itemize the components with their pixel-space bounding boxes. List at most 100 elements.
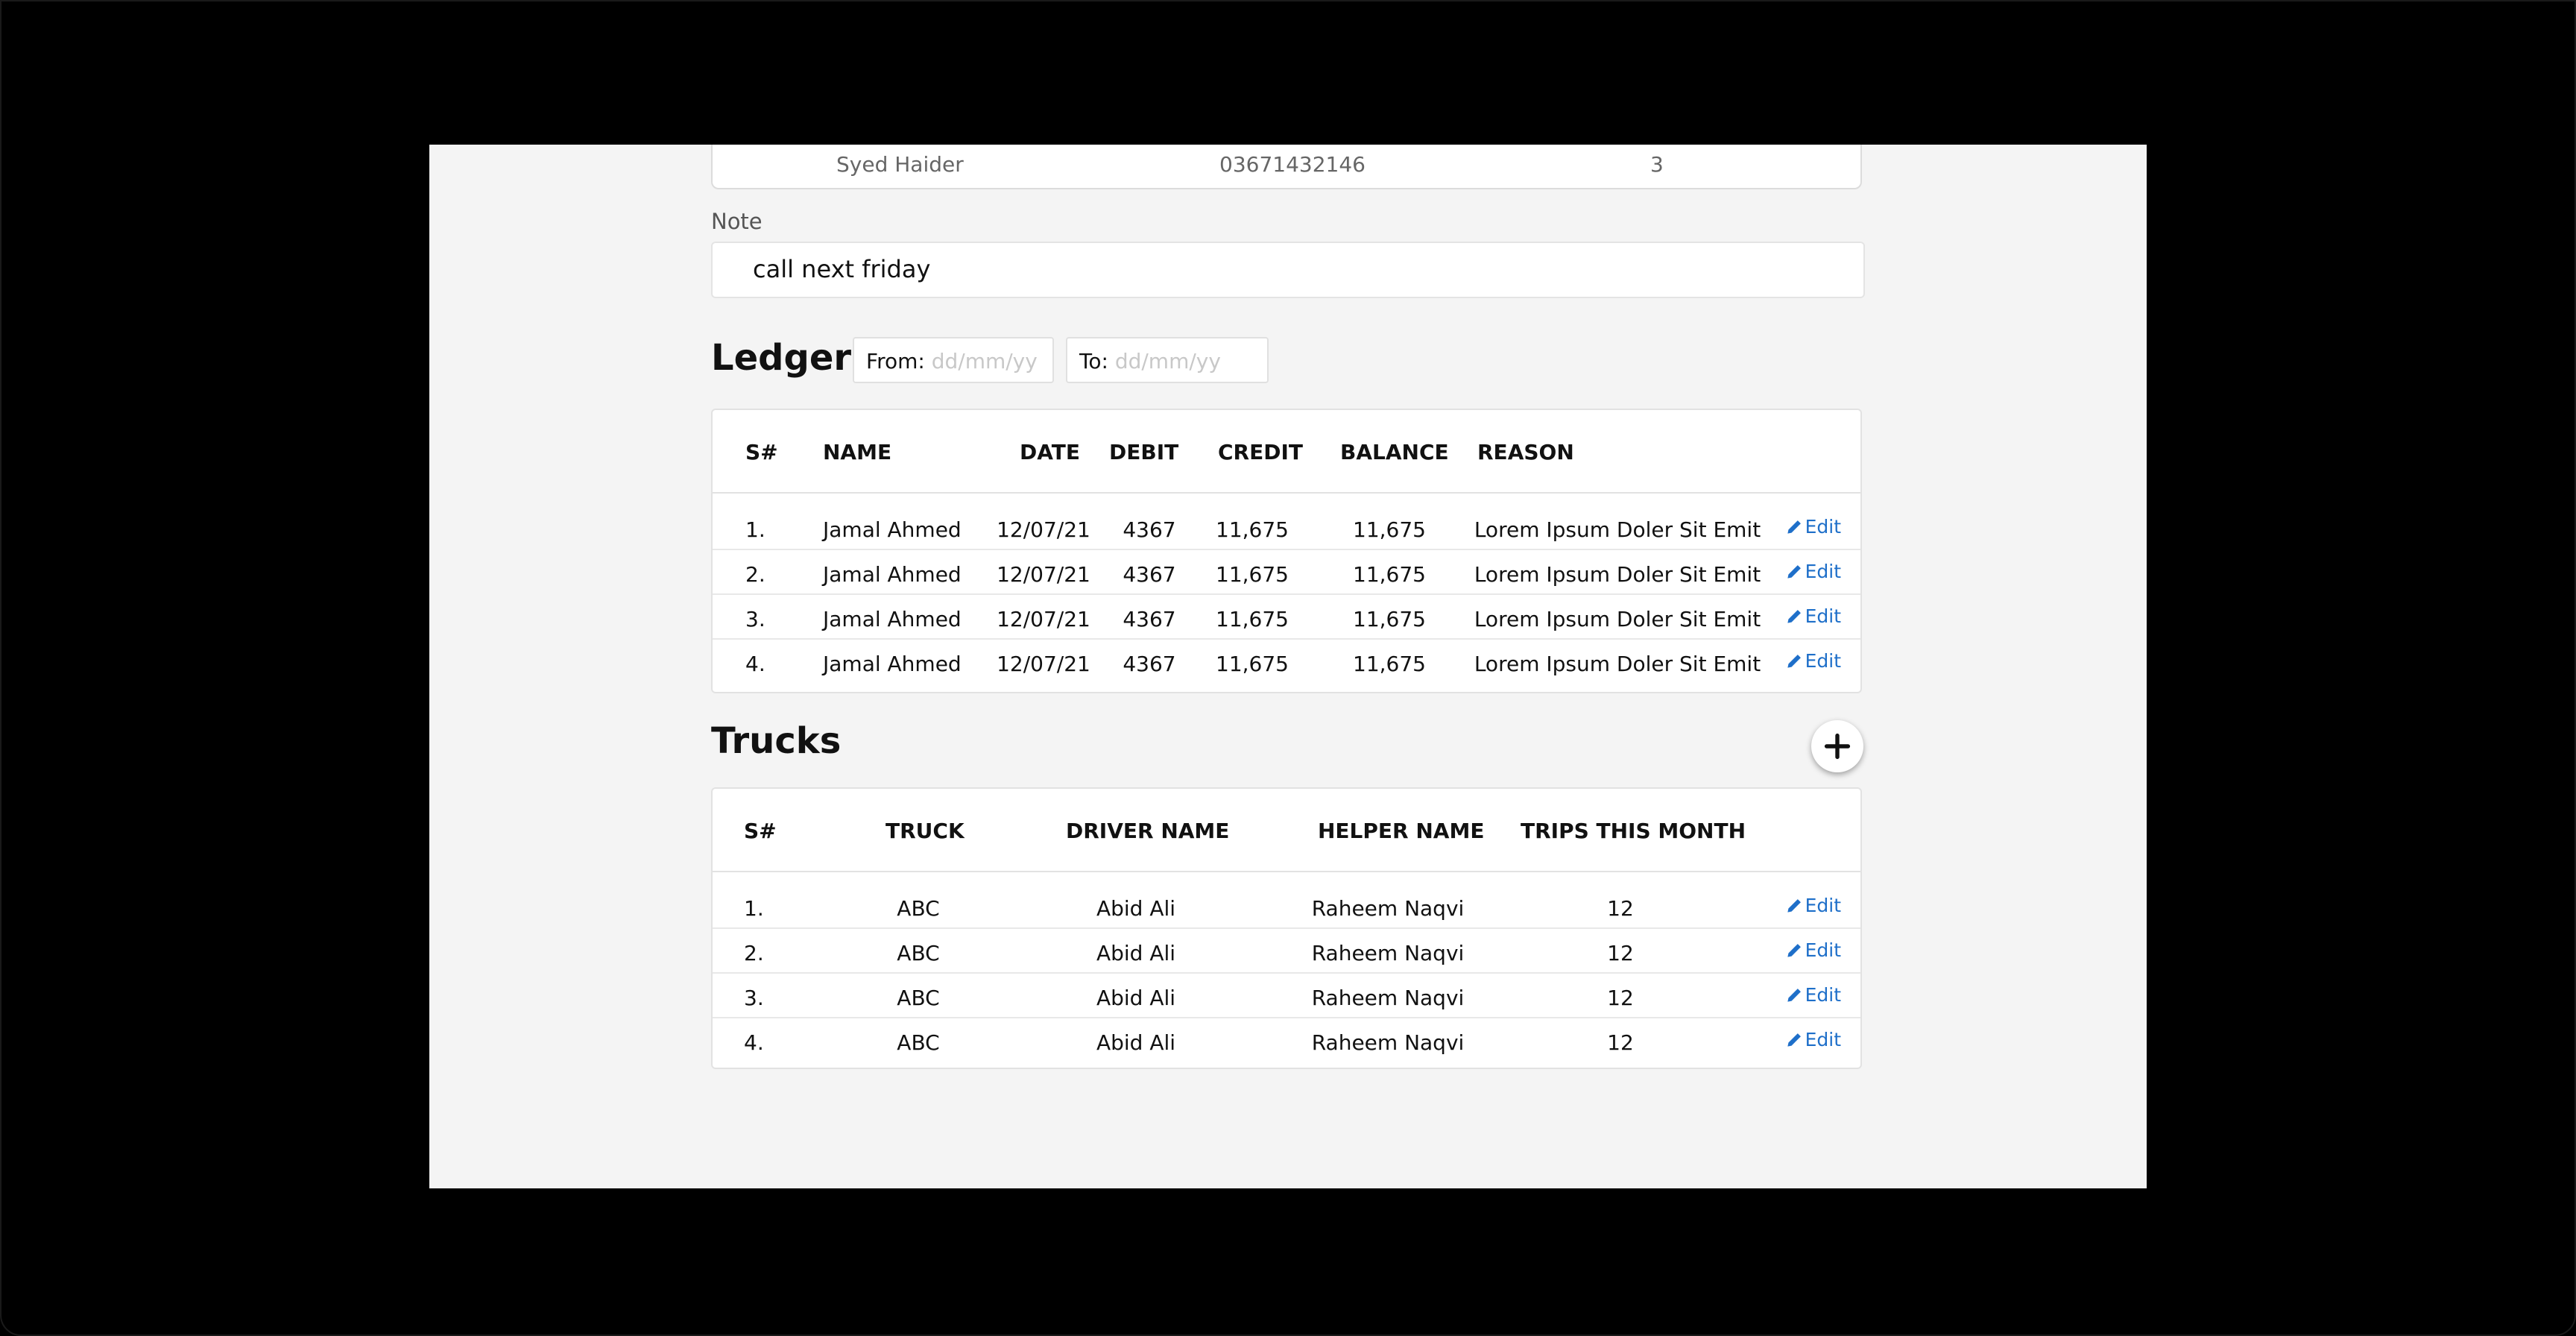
ledger-cell-name: Jamal Ahmed: [823, 562, 962, 587]
to-label: To:: [1079, 349, 1108, 374]
edit-label: Edit: [1805, 605, 1841, 627]
from-date-placeholder: dd/mm/yy: [931, 349, 1038, 374]
ledger-col-name: NAME: [823, 440, 892, 464]
ledger-col-balance: BALANCE: [1340, 440, 1449, 464]
trucks-cell-helper: Raheem Naqvi: [1311, 941, 1465, 965]
ledger-col-debit: DEBIT: [1109, 440, 1179, 464]
ledger-cell-sn: 3.: [745, 607, 765, 631]
ledger-cell-name: Jamal Ahmed: [823, 517, 962, 542]
ledger-cell-reason: Lorem Ipsum Doler Sit Emit: [1474, 652, 1761, 676]
edit-label: Edit: [1805, 650, 1841, 672]
note-field[interactable]: call next friday: [711, 242, 1865, 298]
ledger-from-date-field[interactable]: From: dd/mm/yy: [853, 337, 1054, 383]
edit-label: Edit: [1805, 939, 1841, 961]
ledger-cell-date: 12/07/21: [997, 517, 1090, 542]
ledger-edit-button[interactable]: Edit: [1786, 516, 1841, 538]
ledger-col-reason: REASON: [1477, 440, 1574, 464]
trucks-col-truck: TRUCK: [886, 819, 965, 843]
ledger-cell-date: 12/07/21: [997, 562, 1090, 587]
pencil-icon: [1787, 944, 1801, 957]
from-label: From:: [866, 349, 925, 374]
ledger-row: 4. Jamal Ahmed 12/07/21 4367 11,675 11,6…: [713, 640, 1860, 684]
edit-label: Edit: [1805, 895, 1841, 916]
ledger-cell-balance: 11,675: [1353, 652, 1426, 676]
trucks-cell-trips: 12: [1607, 1030, 1634, 1055]
pencil-icon: [1787, 610, 1801, 623]
ledger-cell-date: 12/07/21: [997, 607, 1090, 631]
trucks-cell-driver: Abid Ali: [1096, 896, 1176, 921]
trucks-col-sn: S#: [744, 819, 777, 843]
ledger-edit-button[interactable]: Edit: [1786, 650, 1841, 672]
ledger-cell-credit: 11,675: [1216, 562, 1289, 587]
ledger-col-sn: S#: [745, 440, 778, 464]
trucks-edit-button[interactable]: Edit: [1786, 939, 1841, 961]
trucks-table: S# TRUCK DRIVER NAME HELPER NAME TRIPS T…: [711, 787, 1862, 1069]
ledger-cell-name: Jamal Ahmed: [823, 652, 962, 676]
customer-name: Syed Haider: [836, 152, 964, 177]
ledger-cell-date: 12/07/21: [997, 652, 1090, 676]
customer-count: 3: [1650, 152, 1664, 177]
trucks-cell-trips: 12: [1607, 896, 1634, 921]
pencil-icon: [1787, 655, 1801, 668]
ledger-table-header: S# NAME DATE DEBIT CREDIT BALANCE REASON: [713, 410, 1860, 494]
ledger-col-date: DATE: [1020, 440, 1080, 464]
ledger-edit-button[interactable]: Edit: [1786, 605, 1841, 627]
ledger-cell-debit: 4367: [1123, 562, 1176, 587]
trucks-cell-helper: Raheem Naqvi: [1311, 986, 1465, 1010]
ledger-cell-balance: 11,675: [1353, 517, 1426, 542]
trucks-cell-helper: Raheem Naqvi: [1311, 1030, 1465, 1055]
trucks-row: 2. ABC Abid Ali Raheem Naqvi 12 Edit: [713, 929, 1860, 974]
trucks-edit-button[interactable]: Edit: [1786, 984, 1841, 1006]
ledger-cell-sn: 2.: [745, 562, 765, 587]
trucks-col-driver: DRIVER NAME: [1066, 819, 1230, 843]
trucks-cell-trips: 12: [1607, 986, 1634, 1010]
ledger-cell-credit: 11,675: [1216, 652, 1289, 676]
trucks-row: 4. ABC Abid Ali Raheem Naqvi 12 Edit: [713, 1018, 1860, 1063]
trucks-edit-button[interactable]: Edit: [1786, 895, 1841, 916]
pencil-icon: [1787, 520, 1801, 534]
trucks-col-trips: TRIPS THIS MONTH: [1521, 819, 1746, 843]
trucks-cell-trips: 12: [1607, 941, 1634, 965]
pencil-icon: [1787, 899, 1801, 913]
to-date-placeholder: dd/mm/yy: [1114, 349, 1221, 374]
trucks-cell-driver: Abid Ali: [1096, 1030, 1176, 1055]
ledger-cell-reason: Lorem Ipsum Doler Sit Emit: [1474, 517, 1761, 542]
trucks-edit-button[interactable]: Edit: [1786, 1029, 1841, 1050]
ledger-cell-debit: 4367: [1123, 652, 1176, 676]
ledger-cell-balance: 11,675: [1353, 562, 1426, 587]
trucks-cell-truck: ABC: [897, 896, 940, 921]
ledger-cell-balance: 11,675: [1353, 607, 1426, 631]
ledger-table: S# NAME DATE DEBIT CREDIT BALANCE REASON…: [711, 409, 1862, 693]
add-truck-button[interactable]: [1811, 720, 1863, 772]
trucks-row: 1. ABC Abid Ali Raheem Naqvi 12 Edit: [713, 884, 1860, 929]
edit-label: Edit: [1805, 516, 1841, 538]
plus-icon: [1824, 733, 1851, 760]
app-screen: Syed Haider 03671432146 3 Note call next…: [429, 145, 2147, 1188]
note-label: Note: [711, 209, 763, 234]
trucks-col-helper: HELPER NAME: [1318, 819, 1485, 843]
customer-phone: 03671432146: [1219, 152, 1366, 177]
trucks-title: Trucks: [711, 720, 842, 762]
ledger-cell-sn: 1.: [745, 517, 765, 542]
ledger-cell-reason: Lorem Ipsum Doler Sit Emit: [1474, 562, 1761, 587]
ledger-cell-debit: 4367: [1123, 607, 1176, 631]
ledger-to-date-field[interactable]: To: dd/mm/yy: [1066, 337, 1269, 383]
ledger-cell-credit: 11,675: [1216, 607, 1289, 631]
pencil-icon: [1787, 989, 1801, 1002]
ledger-cell-credit: 11,675: [1216, 517, 1289, 542]
trucks-cell-sn: 2.: [744, 941, 764, 965]
trucks-table-header: S# TRUCK DRIVER NAME HELPER NAME TRIPS T…: [713, 789, 1860, 872]
trucks-cell-truck: ABC: [897, 1030, 940, 1055]
trucks-cell-sn: 3.: [744, 986, 764, 1010]
ledger-row: 2. Jamal Ahmed 12/07/21 4367 11,675 11,6…: [713, 550, 1860, 595]
ledger-cell-name: Jamal Ahmed: [823, 607, 962, 631]
ledger-row: 1. Jamal Ahmed 12/07/21 4367 11,675 11,6…: [713, 505, 1860, 550]
customer-card: Syed Haider 03671432146 3: [711, 145, 1862, 189]
trucks-cell-sn: 4.: [744, 1030, 764, 1055]
ledger-edit-button[interactable]: Edit: [1786, 561, 1841, 582]
trucks-cell-sn: 1.: [744, 896, 764, 921]
ledger-title: Ledger: [711, 337, 852, 379]
ledger-col-credit: CREDIT: [1218, 440, 1303, 464]
trucks-cell-driver: Abid Ali: [1096, 941, 1176, 965]
trucks-row: 3. ABC Abid Ali Raheem Naqvi 12 Edit: [713, 974, 1860, 1018]
